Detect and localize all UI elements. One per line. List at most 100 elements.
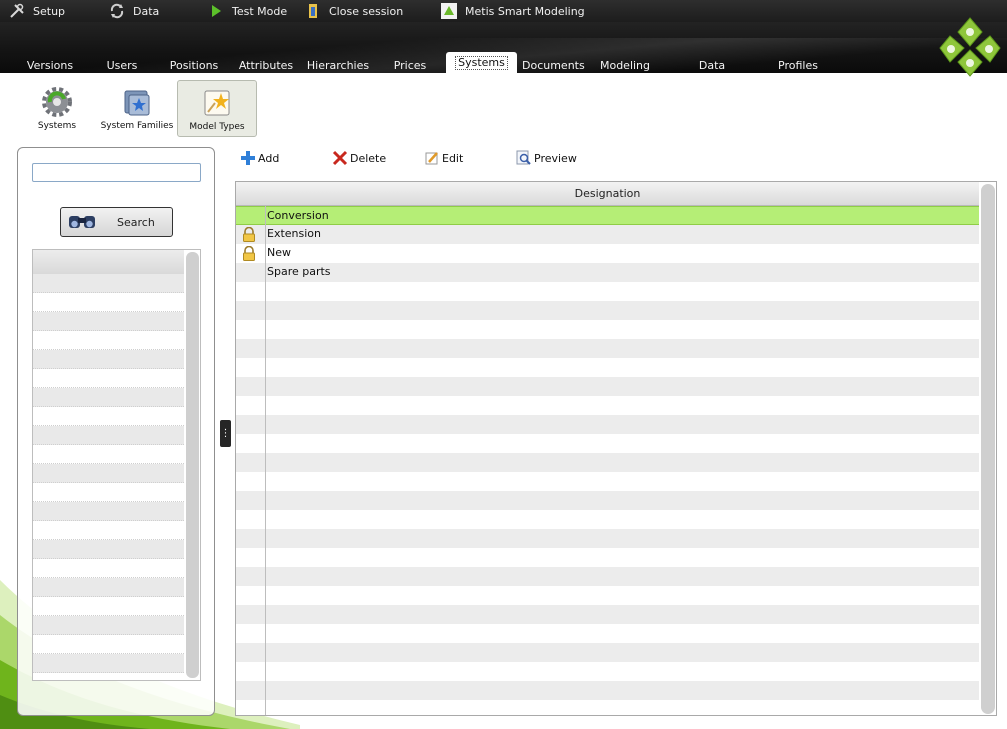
sync-icon: [108, 2, 126, 20]
data-menu[interactable]: Data: [108, 0, 159, 22]
list-item[interactable]: [33, 331, 184, 350]
table-row[interactable]: [236, 586, 979, 605]
table-row[interactable]: [236, 681, 979, 700]
list-item[interactable]: [33, 464, 184, 483]
list-item[interactable]: [33, 616, 184, 635]
tab-profiles[interactable]: Profiles: [772, 59, 824, 73]
model-types-grid: Designation Conversion Extension New Spare …: [235, 181, 997, 716]
tab-positions[interactable]: Positions: [163, 59, 225, 73]
table-row[interactable]: [236, 453, 979, 472]
table-row[interactable]: [236, 700, 979, 715]
tab-modeling[interactable]: Modeling: [597, 59, 653, 73]
table-row[interactable]: Extension: [236, 225, 979, 244]
designation-cell: New: [267, 246, 291, 259]
app-logo: [939, 17, 1001, 77]
table-row[interactable]: [236, 567, 979, 586]
table-row[interactable]: [236, 358, 979, 377]
list-item[interactable]: [33, 597, 184, 616]
lock-icon: [243, 246, 255, 261]
table-row[interactable]: [236, 339, 979, 358]
tools-icon: [8, 2, 26, 20]
subnav-system-families-label: System Families: [100, 121, 174, 131]
grid-scrollbar[interactable]: [981, 184, 995, 714]
table-row[interactable]: [236, 605, 979, 624]
list-item[interactable]: [33, 274, 184, 293]
table-row[interactable]: [236, 320, 979, 339]
list-item[interactable]: [33, 521, 184, 540]
subnav-systems[interactable]: Systems: [32, 80, 82, 137]
tab-attributes[interactable]: Attributes: [235, 59, 297, 73]
search-results-list: [32, 249, 201, 681]
search-input[interactable]: [32, 163, 201, 182]
systems-gear-icon: [42, 87, 72, 117]
search-button[interactable]: Search: [60, 207, 173, 237]
test-mode-label: Test Mode: [232, 4, 288, 18]
table-row[interactable]: [236, 472, 979, 491]
table-row[interactable]: [236, 282, 979, 301]
list-item[interactable]: [33, 445, 184, 464]
setup-menu[interactable]: Setup: [8, 0, 65, 22]
close-session-menu[interactable]: Close session: [304, 0, 403, 22]
lock-icon: [243, 227, 255, 242]
table-row[interactable]: New: [236, 244, 979, 263]
list-item[interactable]: [33, 407, 184, 426]
binoculars-icon: [69, 216, 95, 228]
list-item[interactable]: [33, 426, 184, 445]
list-item[interactable]: [33, 502, 184, 521]
list-item[interactable]: [33, 559, 184, 578]
edit-label: Edit: [442, 151, 464, 165]
edit-button[interactable]: Edit: [424, 149, 463, 167]
list-item[interactable]: [33, 388, 184, 407]
tab-systems[interactable]: Systems: [446, 52, 517, 73]
table-row[interactable]: [236, 377, 979, 396]
list-item[interactable]: [33, 483, 184, 502]
top-menu-bar: Setup Data Test Mode Close session Metis…: [0, 0, 1007, 22]
table-row[interactable]: [236, 510, 979, 529]
table-row[interactable]: [236, 434, 979, 453]
play-icon: [207, 2, 225, 20]
tab-data-management[interactable]: Data Management: [663, 59, 761, 73]
table-row[interactable]: [236, 662, 979, 681]
table-row[interactable]: [236, 415, 979, 434]
table-row[interactable]: [236, 301, 979, 320]
subnav-model-types[interactable]: Model Types: [177, 80, 257, 137]
table-row[interactable]: Spare parts: [236, 263, 979, 282]
table-row[interactable]: [236, 529, 979, 548]
tab-hierarchies[interactable]: Hierarchies: [303, 59, 373, 73]
subnav-system-families[interactable]: System Families: [98, 80, 176, 137]
list-item[interactable]: [33, 540, 184, 559]
table-row[interactable]: [236, 548, 979, 567]
preview-label: Preview: [534, 151, 577, 165]
metis-smart-modeling-menu[interactable]: Metis Smart Modeling: [440, 0, 585, 22]
tab-users[interactable]: Users: [97, 59, 147, 73]
list-item[interactable]: [33, 578, 184, 597]
table-row[interactable]: [236, 643, 979, 662]
add-label: Add: [258, 151, 280, 165]
table-row[interactable]: [236, 491, 979, 510]
list-item[interactable]: [33, 635, 184, 654]
table-row[interactable]: [236, 396, 979, 415]
delete-button[interactable]: Delete: [332, 149, 386, 167]
metis-logo-icon: [440, 2, 458, 20]
list-item[interactable]: [33, 293, 184, 312]
search-button-label: Search: [117, 215, 155, 229]
designation-column-header[interactable]: Designation: [236, 182, 979, 206]
table-row[interactable]: [236, 624, 979, 643]
add-button[interactable]: Add: [240, 149, 279, 167]
panel-splitter-handle[interactable]: ⋮: [220, 420, 231, 447]
pencil-icon: [424, 150, 440, 166]
preview-button[interactable]: Preview: [516, 149, 577, 167]
test-mode-menu[interactable]: Test Mode: [207, 0, 287, 22]
tab-prices[interactable]: Prices: [385, 59, 435, 73]
left-list-scrollbar[interactable]: [186, 252, 199, 678]
list-item[interactable]: [33, 369, 184, 388]
tab-versions[interactable]: Versions: [18, 59, 82, 73]
subnav-systems-label: Systems: [37, 121, 77, 131]
list-item[interactable]: [33, 312, 184, 331]
table-row[interactable]: Conversion: [236, 206, 979, 225]
search-results-header: [33, 250, 184, 274]
tab-documents[interactable]: Documents: [522, 59, 585, 73]
designation-cell: Conversion: [267, 209, 329, 222]
list-item[interactable]: [33, 350, 184, 369]
list-item[interactable]: [33, 654, 184, 673]
